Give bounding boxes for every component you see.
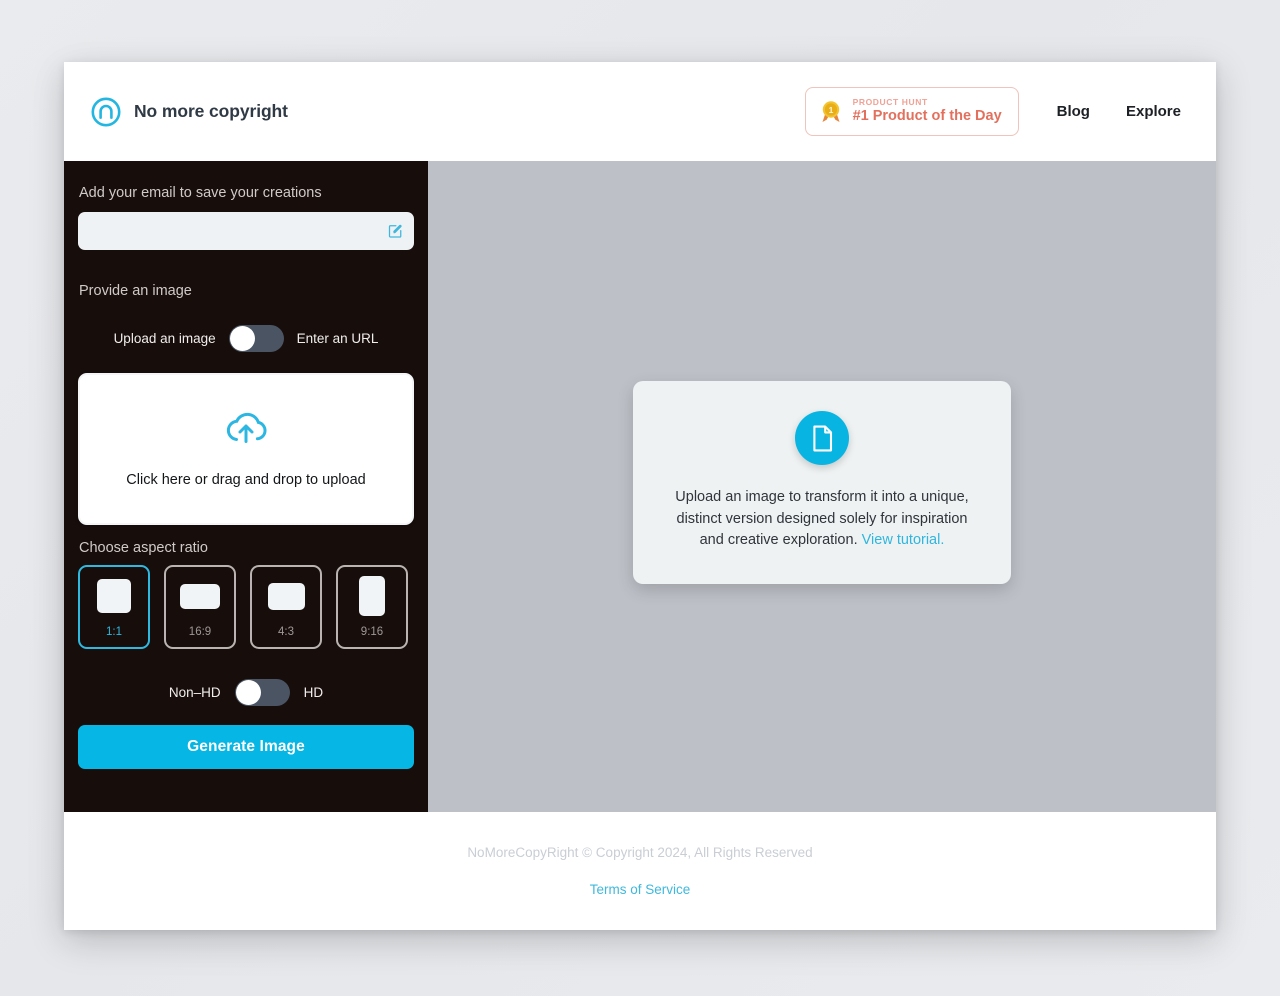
quality-toggle-row: Non–HD HD bbox=[78, 679, 414, 706]
aspect-ratio-label-9-16: 9:16 bbox=[360, 626, 384, 638]
aspect-ratio-thumb-box bbox=[97, 573, 131, 619]
dropzone-text: Click here or drag and drop to upload bbox=[126, 472, 366, 488]
aspect-ratio-options: 1:1 16:9 4:3 9:16 bbox=[78, 565, 414, 649]
app-window: No more copyright 1 PRODUCT HUNT #1 Prod… bbox=[64, 62, 1216, 930]
source-toggle-knob bbox=[229, 326, 255, 351]
source-toggle-right-label: Enter an URL bbox=[296, 331, 379, 346]
aspect-ratio-thumb bbox=[97, 579, 131, 613]
aspect-ratio-thumb bbox=[267, 582, 305, 610]
quality-toggle-switch[interactable] bbox=[234, 679, 290, 706]
quality-toggle-knob bbox=[235, 680, 261, 705]
source-toggle-left-label: Upload an image bbox=[113, 331, 216, 346]
control-sidebar: Add your email to save your creations Pr… bbox=[64, 161, 428, 812]
product-hunt-badge[interactable]: 1 PRODUCT HUNT #1 Product of the Day bbox=[804, 87, 1019, 136]
svg-text:1: 1 bbox=[828, 105, 833, 115]
aspect-ratio-thumb bbox=[180, 583, 220, 609]
cloud-upload-icon bbox=[226, 412, 267, 443]
aspect-ratio-thumb bbox=[359, 576, 385, 616]
source-toggle-row: Upload an image Enter an URL bbox=[78, 325, 414, 352]
aspect-ratio-label: Choose aspect ratio bbox=[79, 540, 208, 556]
upload-dropzone[interactable]: Click here or drag and drop to upload bbox=[78, 373, 414, 525]
brand-name: No more copyright bbox=[134, 101, 288, 121]
quality-toggle-left-label: Non–HD bbox=[168, 685, 221, 700]
app-footer: NoMoreCopyRight © Copyright 2024, All Ri… bbox=[64, 812, 1216, 930]
empty-state-text: Upload an image to transform it into a u… bbox=[663, 487, 981, 552]
main-nav: Blog Explore bbox=[1057, 103, 1181, 120]
generate-image-button[interactable]: Generate Image bbox=[78, 725, 414, 769]
footer-copyright: NoMoreCopyRight © Copyright 2024, All Ri… bbox=[467, 845, 813, 860]
product-hunt-title: #1 Product of the Day bbox=[852, 107, 1002, 124]
aspect-ratio-label-1-1: 1:1 bbox=[106, 626, 122, 638]
aspect-ratio-thumb-box bbox=[180, 573, 220, 619]
nav-link-blog[interactable]: Blog bbox=[1057, 103, 1090, 120]
quality-toggle-right-label: HD bbox=[303, 685, 324, 700]
view-tutorial-link[interactable]: View tutorial. bbox=[862, 532, 945, 548]
aspect-ratio-option-9-16[interactable]: 9:16 bbox=[336, 565, 408, 649]
email-input[interactable] bbox=[78, 212, 414, 250]
page-root: No more copyright 1 PRODUCT HUNT #1 Prod… bbox=[0, 0, 1280, 996]
product-hunt-kicker: PRODUCT HUNT bbox=[852, 97, 928, 108]
preview-canvas: Upload an image to transform it into a u… bbox=[428, 161, 1216, 812]
aspect-ratio-option-16-9[interactable]: 16:9 bbox=[164, 565, 236, 649]
app-header: No more copyright 1 PRODUCT HUNT #1 Prod… bbox=[64, 62, 1216, 161]
source-toggle-switch[interactable] bbox=[228, 325, 284, 352]
aspect-ratio-option-4-3[interactable]: 4:3 bbox=[250, 565, 322, 649]
email-field-wrap bbox=[78, 212, 414, 250]
document-badge bbox=[795, 411, 849, 466]
document-file-icon bbox=[812, 425, 832, 452]
gold-medal-icon: 1 bbox=[822, 100, 840, 122]
circle-arch-logo-icon bbox=[91, 97, 121, 126]
aspect-ratio-option-1-1[interactable]: 1:1 bbox=[78, 565, 150, 649]
email-label: Add your email to save your creations bbox=[79, 185, 322, 201]
aspect-ratio-thumb-box bbox=[267, 573, 305, 619]
aspect-ratio-thumb-box bbox=[359, 573, 385, 619]
nav-link-explore[interactable]: Explore bbox=[1126, 103, 1181, 120]
edit-pencil-square-icon[interactable] bbox=[388, 224, 403, 239]
aspect-ratio-label-4-3: 4:3 bbox=[278, 626, 294, 638]
brand[interactable]: No more copyright bbox=[90, 96, 288, 128]
product-hunt-badge-text: PRODUCT HUNT #1 Product of the Day bbox=[853, 98, 1002, 124]
empty-state-card: Upload an image to transform it into a u… bbox=[633, 381, 1011, 584]
footer-terms-link[interactable]: Terms of Service bbox=[590, 882, 691, 897]
aspect-ratio-label-16-9: 16:9 bbox=[188, 626, 212, 638]
app-body: Add your email to save your creations Pr… bbox=[64, 161, 1216, 812]
provide-image-label: Provide an image bbox=[79, 283, 192, 299]
